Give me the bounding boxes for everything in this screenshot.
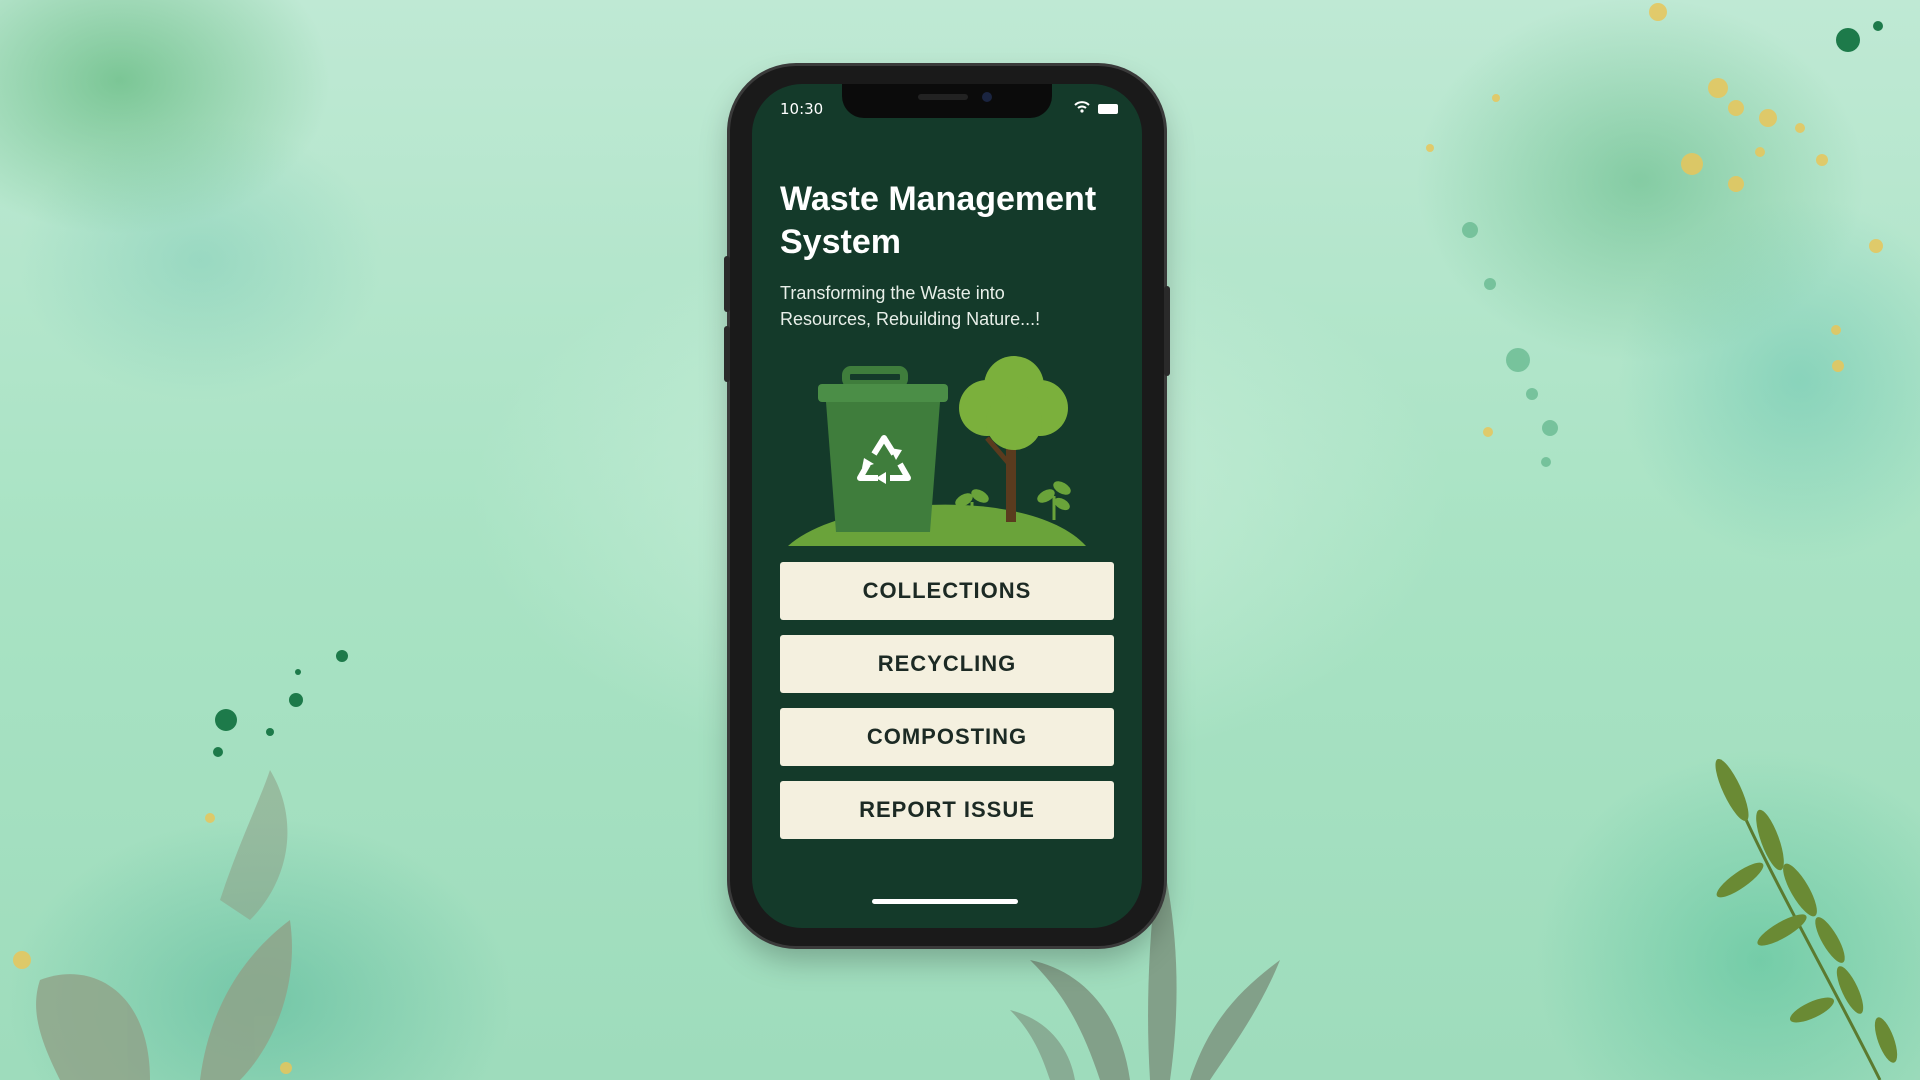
battery-icon [1098,104,1118,114]
collections-button[interactable]: COLLECTIONS [780,562,1114,620]
phone-screen: 10:30 Waste Management System Transformi… [752,84,1142,928]
background-stage: 10:30 Waste Management System Transformi… [0,0,1920,1080]
home-indicator[interactable] [872,899,1018,904]
recycle-bin-tree-illustration [788,356,1086,546]
side-button-power [1164,286,1170,376]
phone-notch [842,84,1052,118]
report-issue-button[interactable]: REPORT ISSUE [780,781,1114,839]
wifi-icon [1074,100,1090,118]
front-camera [982,92,992,102]
app-subtitle: Transforming the Waste into Resources, R… [780,283,1041,329]
status-time: 10:30 [780,100,824,118]
side-button-volume-up [724,256,730,312]
app-title: Waste Management System [780,180,1097,261]
speaker-grille [918,94,968,100]
recycling-button[interactable]: RECYCLING [780,635,1114,693]
status-icons [1074,100,1118,118]
composting-button[interactable]: COMPOSTING [780,708,1114,766]
side-button-volume-down [724,326,730,382]
phone-frame: 10:30 Waste Management System Transformi… [724,66,1170,946]
